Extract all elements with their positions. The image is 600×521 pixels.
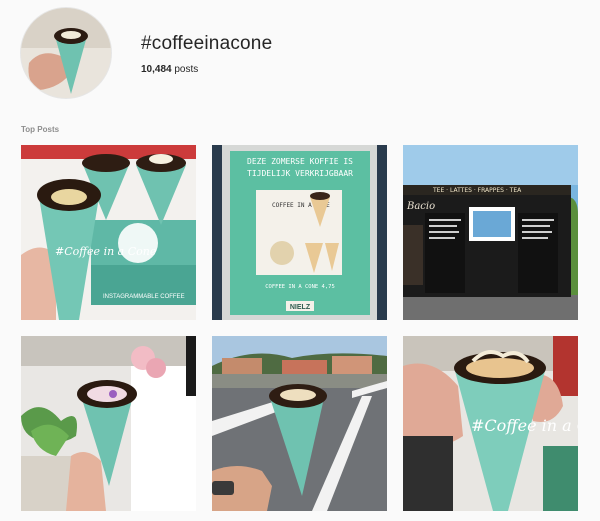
- post-tile-3[interactable]: TEE · LATTES · FRAPPES · TEA Bacio: [403, 145, 578, 320]
- post-count: 10,484 posts: [141, 64, 198, 75]
- post-image-6: #Coffee in a Cone: [403, 336, 578, 511]
- sign-line-1: DEZE ZOMERSE KOFFIE IS: [247, 157, 353, 166]
- post-image-2: DEZE ZOMERSE KOFFIE IS TIJDELIJK VERKRIJ…: [212, 145, 387, 320]
- post-tile-2[interactable]: DEZE ZOMERSE KOFFIE IS TIJDELIJK VERKRIJ…: [212, 145, 387, 320]
- poster-price: COFFEE IN A CONE 4,75: [265, 284, 335, 290]
- sign-line-2: TIJDELIJK VERKRIJGBAAR: [247, 169, 353, 178]
- post-image-4: [21, 336, 196, 511]
- top-posts-heading: Top Posts: [21, 125, 60, 134]
- post-image-1: INSTAGRAMMABLE COFFEE #Coffee in a Cone: [21, 145, 196, 320]
- cone-text: #Coffee in a Cone: [471, 416, 578, 435]
- post-count-suffix: posts: [171, 64, 199, 75]
- post-tile-5[interactable]: [212, 336, 387, 511]
- post-tile-6[interactable]: #Coffee in a Cone: [403, 336, 578, 511]
- post-image-3: TEE · LATTES · FRAPPES · TEA Bacio: [403, 145, 578, 320]
- post-tile-4[interactable]: [21, 336, 196, 511]
- hashtag-title: #coffeeinacone: [141, 33, 273, 54]
- avatar-image: [21, 8, 111, 98]
- hashtag-avatar: [21, 8, 111, 98]
- post-image-5: [212, 336, 387, 511]
- post-tile-1[interactable]: INSTAGRAMMABLE COFFEE #Coffee in a Cone: [21, 145, 196, 320]
- brand-label: NIELZ: [290, 304, 311, 311]
- truck-logo: Bacio: [406, 201, 435, 212]
- box-text: INSTAGRAMMABLE COFFEE: [103, 294, 185, 300]
- truck-text: TEE · LATTES · FRAPPES · TEA: [432, 187, 522, 194]
- post-count-number: 10,484: [141, 64, 172, 75]
- cone-text: #Coffee in a Cone: [55, 245, 157, 258]
